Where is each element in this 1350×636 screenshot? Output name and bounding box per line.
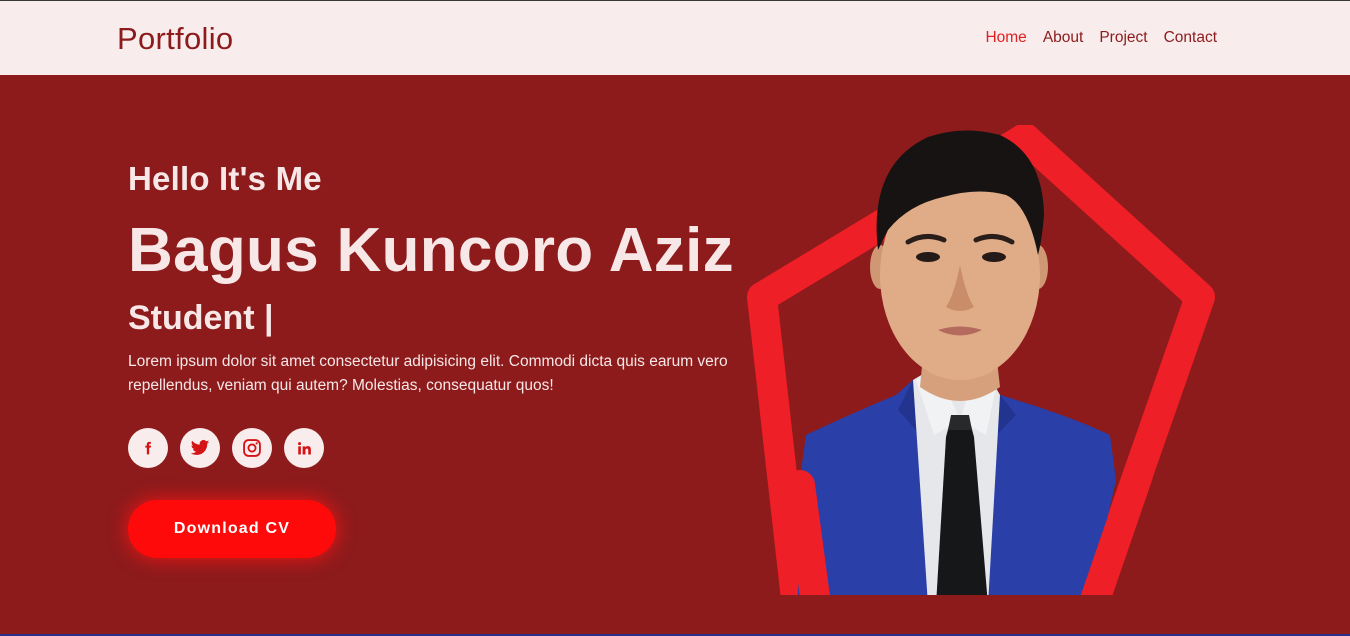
hero-description: Lorem ipsum dolor sit amet consectetur a…	[128, 353, 728, 394]
hero-section: Hello It's Me Bagus Kuncoro Aziz Student…	[0, 75, 1350, 634]
facebook-link[interactable]	[128, 428, 168, 468]
profile-photo	[798, 130, 1116, 605]
instagram-icon	[243, 439, 261, 457]
linkedin-link[interactable]	[284, 428, 324, 468]
hero-greeting: Hello It's Me	[128, 160, 322, 197]
nav-project[interactable]: Project	[1099, 29, 1147, 47]
facebook-icon	[145, 441, 152, 455]
nav-contact[interactable]: Contact	[1164, 29, 1217, 47]
site-header: Portfolio Home About Project Contact	[0, 1, 1350, 75]
download-cv-button[interactable]: Download CV	[128, 500, 336, 558]
hero-role: Student |	[128, 299, 274, 337]
social-links	[128, 428, 324, 468]
profile-pentagon-illustration	[747, 123, 1215, 632]
profile-figure	[738, 123, 1228, 632]
hero-name: Bagus Kuncoro Aziz	[128, 216, 734, 285]
nav-about[interactable]: About	[1043, 29, 1084, 47]
main-nav: Home About Project Contact	[985, 29, 1217, 47]
twitter-link[interactable]	[180, 428, 220, 468]
linkedin-icon	[297, 441, 311, 454]
instagram-link[interactable]	[232, 428, 272, 468]
site-logo[interactable]: Portfolio	[117, 21, 233, 57]
nav-home[interactable]: Home	[985, 29, 1026, 47]
twitter-icon	[190, 440, 210, 455]
